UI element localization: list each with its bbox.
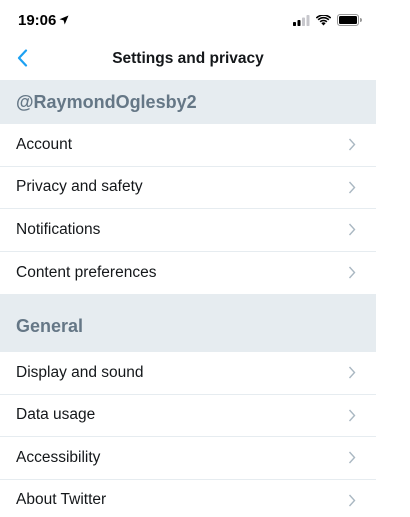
location-arrow-icon	[59, 12, 69, 29]
settings-item-label: Content preferences	[16, 263, 157, 281]
cellular-signal-icon	[293, 13, 310, 31]
chevron-right-icon	[348, 408, 356, 422]
chevron-right-icon	[348, 223, 356, 237]
page-title: Settings and privacy	[112, 50, 264, 67]
status-bar: 19:06	[0, 0, 376, 40]
settings-item-about-twitter[interactable]: About Twitter	[0, 479, 376, 517]
settings-item-display-and-sound[interactable]: Display and sound	[0, 352, 376, 395]
settings-item-notifications[interactable]: Notifications	[0, 209, 376, 252]
settings-item-label: Privacy and safety	[16, 178, 143, 196]
settings-item-label: Display and sound	[16, 363, 144, 381]
navigation-bar: Settings and privacy	[0, 40, 376, 80]
battery-icon	[337, 13, 362, 31]
chevron-right-icon	[348, 451, 356, 465]
chevron-right-icon	[348, 366, 356, 380]
chevron-right-icon	[348, 180, 356, 194]
status-indicators	[293, 13, 362, 31]
settings-item-privacy-and-safety[interactable]: Privacy and safety	[0, 166, 376, 209]
settings-item-content-preferences[interactable]: Content preferences	[0, 251, 376, 294]
status-time-group: 19:06	[18, 12, 69, 29]
settings-item-accessibility[interactable]: Accessibility	[0, 437, 376, 480]
section-header-account: @RaymondOglesby2	[0, 80, 376, 124]
settings-item-label: Data usage	[16, 406, 96, 424]
settings-item-label: Notifications	[16, 220, 101, 238]
settings-list: @RaymondOglesby2 Account Privacy and saf…	[0, 80, 376, 517]
chevron-right-icon	[348, 493, 356, 507]
settings-item-label: Account	[16, 135, 73, 153]
settings-item-label: Accessibility	[16, 448, 101, 466]
section-header-general: General	[0, 294, 376, 352]
settings-item-label: About Twitter	[16, 491, 107, 509]
settings-screen: 19:06 Settings and privacy @RaymondOgles…	[0, 0, 376, 517]
settings-item-data-usage[interactable]: Data usage	[0, 394, 376, 437]
chevron-right-icon	[348, 138, 356, 152]
wifi-icon	[315, 13, 332, 31]
chevron-right-icon	[348, 266, 356, 280]
settings-item-account[interactable]: Account	[0, 124, 376, 167]
status-time: 19:06	[18, 12, 57, 29]
